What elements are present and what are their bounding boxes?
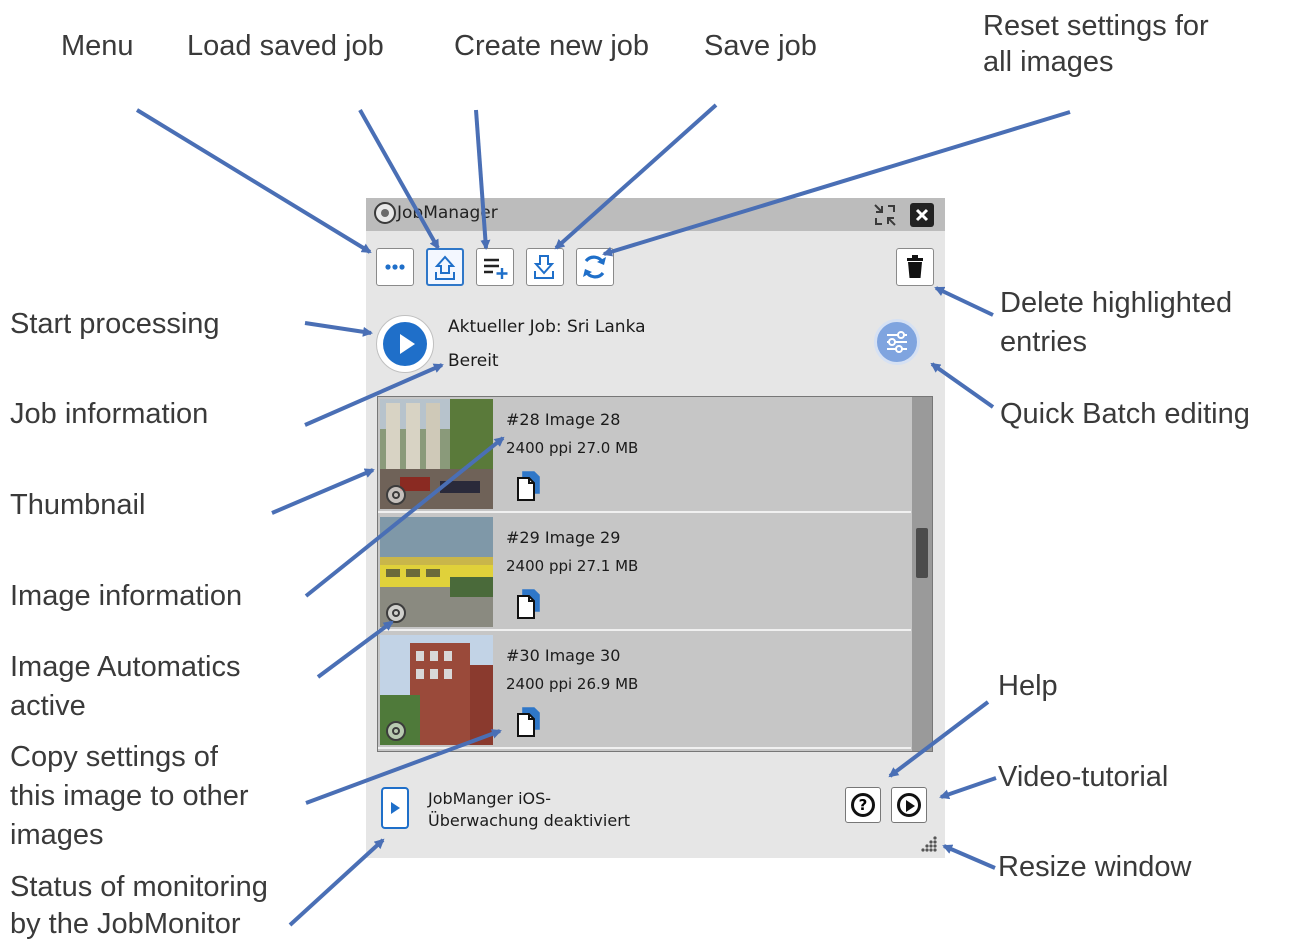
arrow-resize: [942, 844, 996, 870]
arrow-quick-batch: [930, 362, 995, 409]
callout-arrows: [135, 103, 1071, 927]
arrow-monitor: [288, 838, 385, 927]
arrow-reset: [602, 110, 1071, 257]
arrow-create: [474, 109, 491, 250]
arrow-load: [358, 109, 440, 250]
arrow-menu: [135, 108, 372, 254]
arrow-video: [939, 776, 997, 800]
arrow-automatics: [316, 620, 394, 679]
arrow-help: [888, 700, 990, 778]
arrow-job-info: [304, 363, 444, 427]
arrow-image-info: [304, 436, 505, 598]
arrow-thumbnail: [271, 468, 375, 515]
arrow-start: [304, 321, 373, 337]
arrow-copy: [305, 729, 502, 805]
arrow-delete: [934, 286, 994, 317]
